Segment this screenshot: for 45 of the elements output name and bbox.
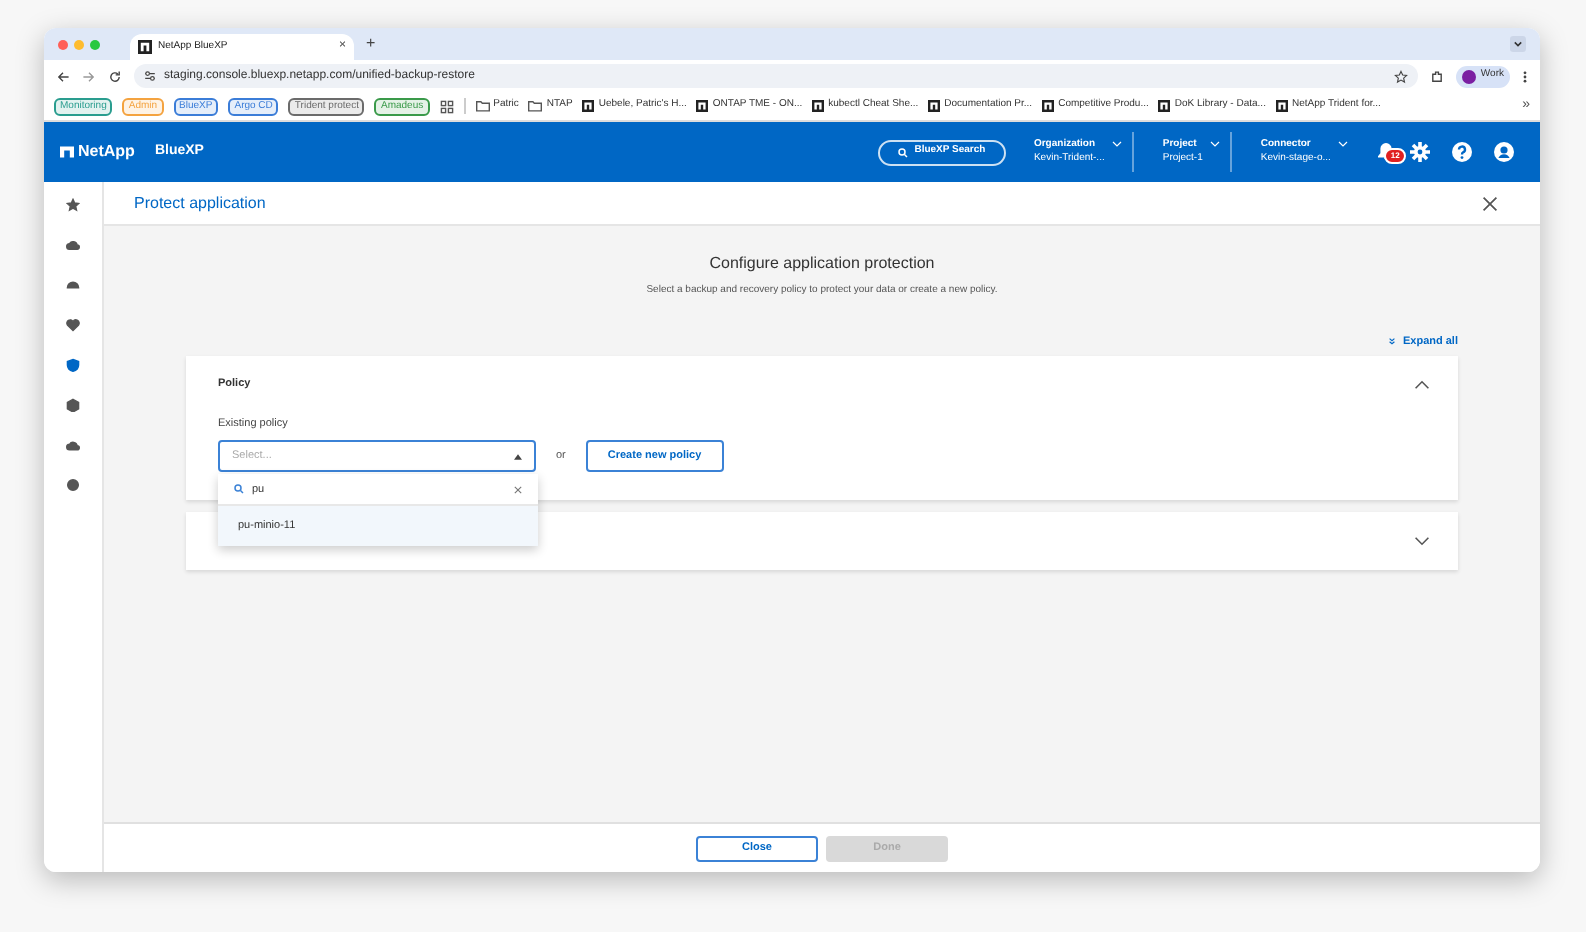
close-icon[interactable]	[1482, 195, 1498, 211]
user-icon[interactable]	[1494, 142, 1515, 162]
star-icon[interactable]	[1394, 69, 1409, 83]
cloud-icon[interactable]	[66, 438, 80, 452]
search-icon	[898, 147, 909, 157]
section-heading: Configure application protection	[709, 252, 935, 276]
netapp-logo-icon	[138, 40, 152, 54]
chevron-down-icon[interactable]	[1414, 536, 1430, 547]
star-icon[interactable]	[66, 198, 80, 212]
extensions-icon[interactable]	[1430, 69, 1445, 83]
netapp-logo[interactable]: NetApp	[60, 140, 135, 164]
heart-icon[interactable]	[66, 318, 80, 332]
chevron-down-icon	[1112, 140, 1123, 148]
site-settings-icon[interactable]	[144, 70, 156, 82]
logo-mark-icon	[60, 146, 74, 158]
more-icon[interactable]	[1522, 69, 1528, 83]
avatar-icon	[1462, 69, 1477, 83]
page-title: Protect application	[134, 191, 266, 215]
double-chevron-icon	[1388, 336, 1397, 347]
folder-icon	[528, 100, 543, 112]
new-tab-button[interactable]: +	[366, 32, 376, 56]
folder-icon	[475, 100, 490, 112]
favicon-icon	[1042, 100, 1055, 112]
back-icon[interactable]	[56, 69, 70, 83]
clear-icon	[514, 485, 522, 494]
chevron-up-icon[interactable]	[1414, 379, 1430, 390]
favicon-icon	[696, 100, 709, 112]
favicon-icon	[1275, 100, 1288, 112]
caret-up-icon	[514, 453, 522, 460]
favicon-icon	[1158, 100, 1171, 112]
hexagon-icon[interactable]	[66, 398, 80, 412]
reload-icon[interactable]	[108, 69, 122, 83]
apps-grid-icon[interactable]	[439, 99, 454, 113]
favicon-icon	[928, 100, 941, 112]
shield-icon[interactable]	[66, 358, 80, 372]
cloud-icon[interactable]	[66, 238, 80, 252]
chevron-down-icon[interactable]	[1510, 36, 1526, 52]
favicon-icon	[582, 100, 595, 112]
settings-icon[interactable]	[1410, 142, 1431, 162]
chevron-down-icon	[1210, 140, 1221, 148]
search-icon	[234, 484, 244, 495]
forward-icon[interactable]	[82, 69, 96, 83]
help-icon[interactable]	[1452, 142, 1473, 162]
favicon-icon	[812, 100, 825, 112]
chevron-down-icon	[1338, 140, 1349, 148]
